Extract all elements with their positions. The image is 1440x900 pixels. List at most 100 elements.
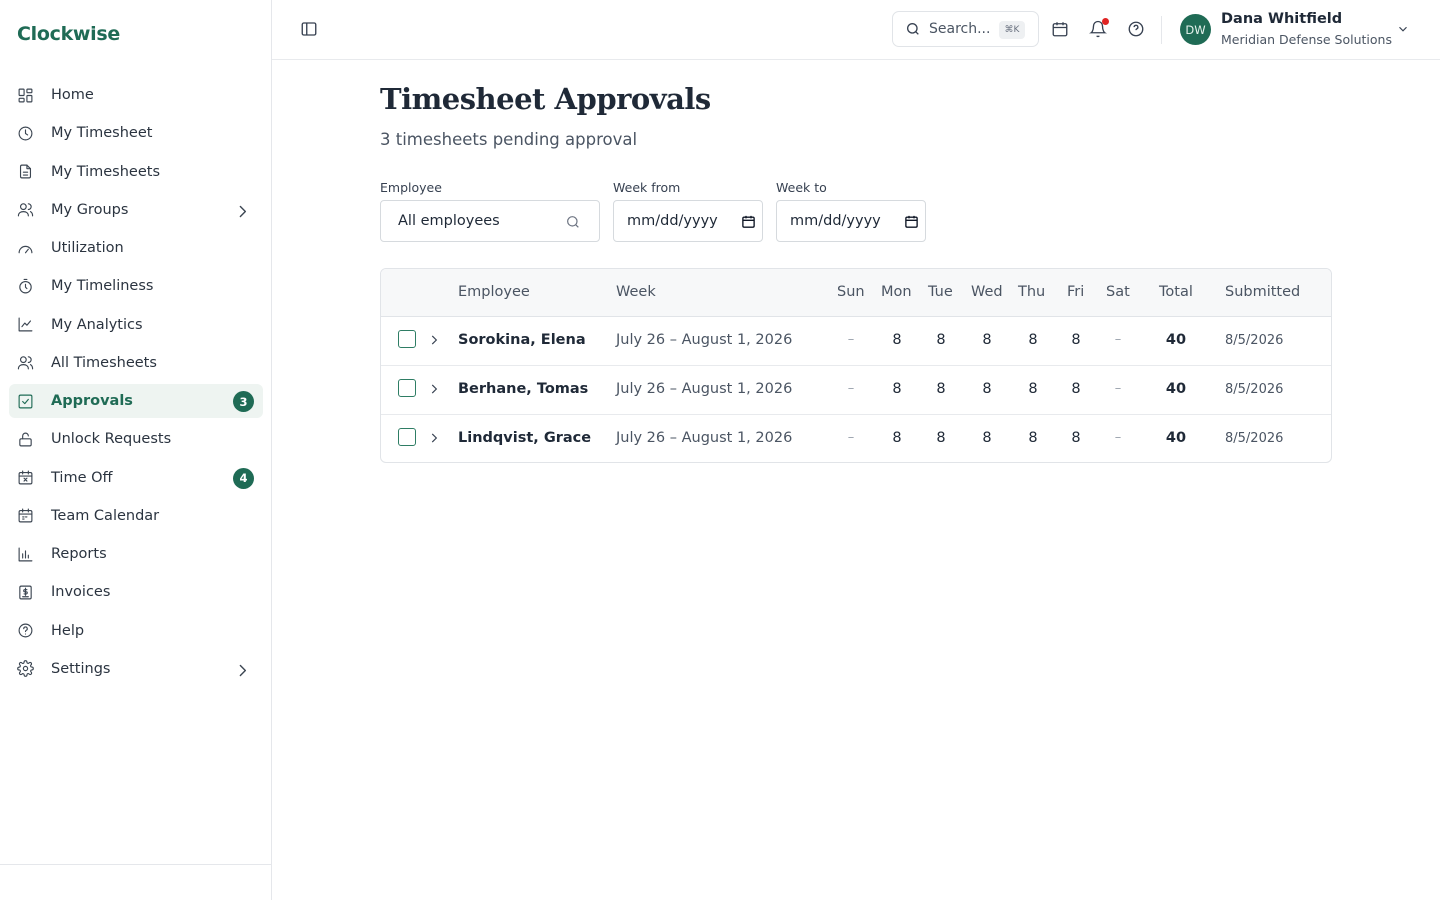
- submitted-date: 8/5/2026: [1225, 431, 1284, 446]
- fri-hours: 8: [1071, 430, 1081, 446]
- tue-hours: 8: [936, 332, 946, 348]
- dollar-document-icon: [17, 584, 34, 601]
- header-week[interactable]: Week: [616, 284, 656, 300]
- sat-hours: –: [1114, 381, 1122, 396]
- sidebar-item-reports[interactable]: Reports: [9, 537, 263, 571]
- sidebar-item-help[interactable]: Help: [9, 614, 263, 648]
- table-row[interactable]: Lindqvist, Grace July 26 – August 1, 202…: [381, 415, 1331, 462]
- header-sat: Sat: [1106, 284, 1130, 300]
- week-range: July 26 – August 1, 2026: [616, 332, 793, 348]
- sidebar-item-all-timesheets[interactable]: All Timesheets: [9, 346, 263, 380]
- wed-hours: 8: [982, 332, 992, 348]
- stopwatch-icon: [17, 278, 34, 295]
- header-wed: Wed: [971, 284, 1003, 300]
- sidebar-item-my-groups[interactable]: My Groups: [9, 193, 263, 227]
- search-icon: [907, 23, 919, 35]
- thu-hours: 8: [1028, 381, 1038, 397]
- sidebar-item-label: Help: [51, 622, 85, 639]
- bar-chart-icon: [17, 546, 34, 563]
- sidebar-item-my-timeliness[interactable]: My Timeliness: [9, 269, 263, 303]
- sidebar-item-settings[interactable]: Settings: [9, 652, 263, 686]
- employee-name[interactable]: Berhane, Tomas: [458, 381, 588, 397]
- chevron-right-icon[interactable]: [427, 333, 441, 347]
- table-row[interactable]: Berhane, Tomas July 26 – August 1, 2026 …: [381, 366, 1331, 415]
- clock-icon: [17, 125, 34, 142]
- search-placeholder: Search...: [929, 21, 991, 37]
- week-from-label: Week from: [613, 180, 681, 195]
- app-logo[interactable]: Clockwise: [17, 23, 120, 45]
- user-organization: Meridian Defense Solutions: [1221, 32, 1392, 47]
- header-mon: Mon: [881, 284, 912, 300]
- thu-hours: 8: [1028, 430, 1038, 446]
- submitted-date: 8/5/2026: [1225, 382, 1284, 397]
- chevron-right-icon[interactable]: [427, 431, 441, 445]
- sidebar-toggle-icon[interactable]: [300, 20, 318, 38]
- week-to-value: mm/dd/yyyy: [790, 213, 881, 229]
- sidebar-footer-divider: [0, 864, 271, 865]
- sidebar-item-unlock-requests[interactable]: Unlock Requests: [9, 422, 263, 456]
- calendar-x-icon: [17, 469, 34, 486]
- row-checkbox[interactable]: [398, 428, 416, 446]
- week-to-input[interactable]: mm/dd/yyyy: [776, 200, 926, 242]
- avatar[interactable]: DW: [1180, 14, 1211, 45]
- users-icon: [17, 201, 34, 218]
- mon-hours: 8: [892, 332, 902, 348]
- header-submitted[interactable]: Submitted: [1225, 284, 1300, 300]
- wed-hours: 8: [982, 381, 992, 397]
- top-bar: Search... ⌘K DW Dana Whitfield Meridian …: [272, 0, 1440, 60]
- wed-hours: 8: [982, 430, 992, 446]
- sidebar-item-label: Utilization: [51, 240, 124, 256]
- chevron-right-icon[interactable]: [427, 382, 441, 396]
- tue-hours: 8: [936, 381, 946, 397]
- row-checkbox[interactable]: [398, 379, 416, 397]
- chevron-down-icon[interactable]: [1396, 22, 1410, 36]
- sidebar-item-approvals[interactable]: Approvals 3: [9, 384, 263, 418]
- chevron-right-icon: [239, 205, 247, 217]
- search-icon: [567, 216, 579, 228]
- week-range: July 26 – August 1, 2026: [616, 430, 793, 446]
- sun-hours: –: [847, 332, 855, 347]
- submitted-date: 8/5/2026: [1225, 333, 1284, 348]
- page-title: Timesheet Approvals: [380, 82, 711, 116]
- sidebar-item-my-timesheets[interactable]: My Timesheets: [9, 155, 263, 189]
- sidebar-item-invoices[interactable]: Invoices: [9, 575, 263, 609]
- employee-filter-input[interactable]: All employees: [380, 200, 600, 242]
- header-fri: Fri: [1067, 284, 1085, 300]
- chevron-right-icon: [239, 664, 247, 676]
- sidebar-item-utilization[interactable]: Utilization: [9, 231, 263, 265]
- sidebar-item-label: Approvals: [51, 393, 133, 409]
- sidebar-nav: Home My Timesheet My Timesheets My Group…: [9, 78, 263, 690]
- header-tue: Tue: [928, 284, 953, 300]
- sidebar-item-label: Unlock Requests: [51, 431, 172, 448]
- sidebar-item-my-analytics[interactable]: My Analytics: [9, 308, 263, 342]
- unlock-icon: [17, 431, 34, 448]
- sidebar-item-label: My Analytics: [51, 316, 143, 333]
- week-to-label: Week to: [776, 180, 827, 195]
- employee-filter-value: All employees: [398, 213, 500, 229]
- table-row[interactable]: Sorokina, Elena July 26 – August 1, 2026…: [381, 317, 1331, 366]
- help-circle-icon: [17, 622, 34, 639]
- topbar-divider: [1161, 16, 1162, 44]
- help-circle-icon[interactable]: [1127, 20, 1145, 38]
- employee-name[interactable]: Sorokina, Elena: [458, 332, 586, 348]
- employee-name[interactable]: Lindqvist, Grace: [458, 430, 591, 446]
- header-sun: Sun: [837, 284, 865, 300]
- calendar-icon[interactable]: [904, 214, 919, 229]
- approvals-table: Employee Week Sun Mon Tue Wed Thu Fri Sa…: [380, 268, 1332, 463]
- sun-hours: –: [847, 430, 855, 445]
- row-checkbox[interactable]: [398, 330, 416, 348]
- week-from-input[interactable]: mm/dd/yyyy: [613, 200, 763, 242]
- search-box[interactable]: Search... ⌘K: [892, 11, 1039, 47]
- users-icon: [17, 354, 34, 371]
- sidebar-item-my-timesheet[interactable]: My Timesheet: [9, 116, 263, 150]
- sidebar-item-label: Reports: [51, 546, 107, 562]
- sidebar-item-home[interactable]: Home: [9, 78, 263, 112]
- page-subtitle: 3 timesheets pending approval: [380, 130, 638, 149]
- calendar-icon[interactable]: [1051, 20, 1069, 38]
- sidebar-item-team-calendar[interactable]: Team Calendar: [9, 499, 263, 533]
- sidebar-item-time-off[interactable]: Time Off 4: [9, 461, 263, 495]
- header-employee[interactable]: Employee: [458, 284, 530, 300]
- header-total[interactable]: Total: [1159, 284, 1193, 300]
- calendar-icon[interactable]: [741, 214, 756, 229]
- user-name[interactable]: Dana Whitfield: [1221, 11, 1342, 27]
